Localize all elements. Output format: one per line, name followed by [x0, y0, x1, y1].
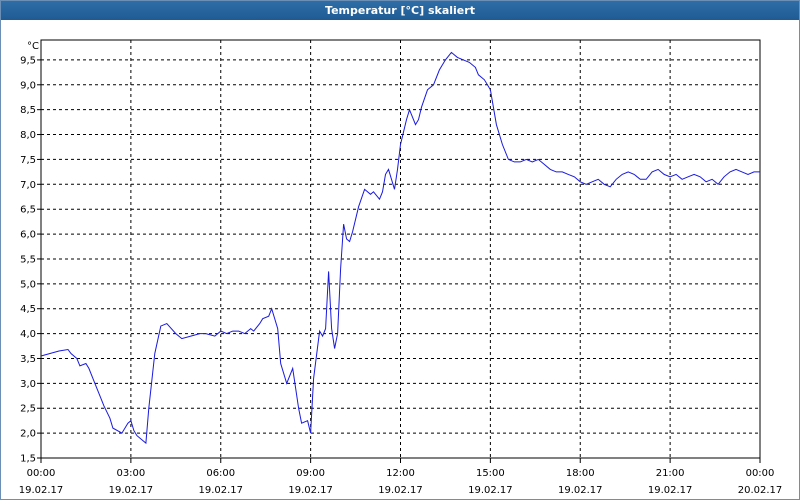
y-tick-label: 6,5: [20, 205, 36, 216]
x-tick-time-label: 09:00: [296, 468, 325, 479]
x-tick-time-label: 06:00: [206, 468, 235, 479]
y-axis: 1,5 2,0 2,5 3,0 3,5 4,0 4,5 5,0 5,5 6,0 6,5 7,0 7,5 8…: [20, 55, 41, 465]
x-tick-time-label: 00:00: [746, 468, 775, 479]
x-tick-date-label: 19.02.17: [378, 485, 423, 496]
x-tick-date-label: 19.02.17: [648, 485, 693, 496]
x-tick-time-label: 03:00: [116, 468, 145, 479]
y-tick-label: 1,5: [20, 454, 36, 465]
y-tick-label: 8,5: [20, 105, 36, 116]
y-axis-label: °C: [27, 41, 39, 52]
y-tick-label: 4,0: [20, 329, 36, 340]
x-tick-date-label: 19.02.17: [288, 485, 333, 496]
x-tick-date-label: 20.02.17: [738, 485, 783, 496]
y-tick-label: 5,0: [20, 279, 36, 290]
x-tick-time-label: 00:00: [27, 468, 56, 479]
x-tick-date-label: 19.02.17: [198, 485, 243, 496]
x-tick-date-label: 19.02.17: [468, 485, 513, 496]
x-tick-time-label: 12:00: [386, 468, 415, 479]
y-tick-label: 3,0: [20, 379, 36, 390]
x-tick-time-label: 21:00: [656, 468, 685, 479]
chart-area: 1,5 2,0 2,5 3,0 3,5 4,0 4,5 5,0 5,5 6,0 6,5 7,0 7,5 8…: [1, 20, 799, 499]
y-tick-label: 6,0: [20, 230, 36, 241]
y-tick-label: 8,0: [20, 130, 36, 141]
temperature-line-chart: 1,5 2,0 2,5 3,0 3,5 4,0 4,5 5,0 5,5 6,0 6,5 7,0 7,5 8…: [19, 39, 783, 496]
y-tick-label: 9,5: [20, 55, 36, 66]
chart-window: Temperatur [°C] skaliert 1,5 2,0 2,5 3,0 3,5…: [0, 0, 800, 500]
x-tick-date-label: 19.02.17: [558, 485, 603, 496]
y-tick-label: 7,0: [20, 180, 36, 191]
y-tick-label: 5,5: [20, 254, 36, 265]
y-tick-label: 2,5: [20, 404, 36, 415]
x-tick-date-label: 19.02.17: [19, 485, 64, 496]
y-tick-label: 4,5: [20, 304, 36, 315]
y-tick-label: 9,0: [20, 80, 36, 91]
x-tick-date-label: 19.02.17: [109, 485, 154, 496]
x-tick-time-label: 18:00: [566, 468, 595, 479]
window-title: Temperatur [°C] skaliert: [1, 1, 799, 20]
y-tick-label: 3,5: [20, 354, 36, 365]
x-tick-time-label: 15:00: [476, 468, 505, 479]
x-axis: 00:00 19.02.17 03:00 19.02.17 06:00 19.02.17 0…: [19, 458, 783, 496]
y-tick-label: 7,5: [20, 155, 36, 166]
y-tick-label: 2,0: [20, 429, 36, 440]
